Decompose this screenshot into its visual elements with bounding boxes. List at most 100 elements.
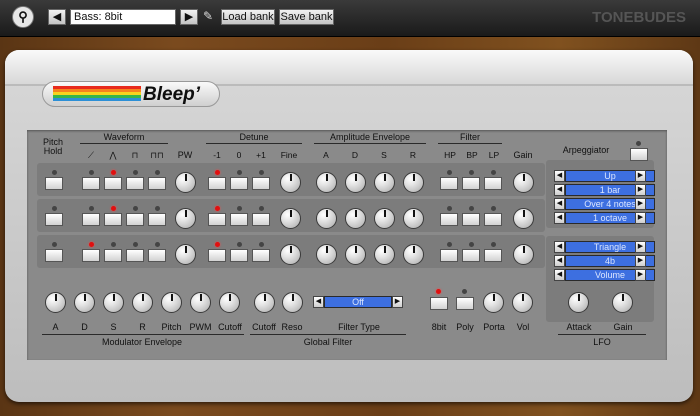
osc3-wave-switch[interactable]: [82, 249, 100, 262]
filter-type-prev[interactable]: ◀: [313, 296, 324, 308]
osc1-amp-decay-knob[interactable]: [345, 172, 366, 193]
mod-envelope-title: Modulator Envelope: [101, 337, 183, 347]
osc2-gain-knob[interactable]: [513, 208, 534, 229]
lfo-shape-prev[interactable]: ◀: [554, 241, 565, 253]
osc2-detune-switch[interactable]: [208, 213, 226, 226]
pencil-icon[interactable]: ✎: [203, 9, 217, 25]
osc2-wave-switch[interactable]: [82, 213, 100, 226]
global-cutoff-knob[interactable]: [254, 292, 275, 313]
mod-release-knob[interactable]: [132, 292, 153, 313]
osc2-detune-switch[interactable]: [230, 213, 248, 226]
osc2-pitch-hold-switch[interactable]: [45, 213, 63, 226]
osc2-amp-release-knob[interactable]: [403, 208, 424, 229]
poly-switch[interactable]: [456, 297, 474, 310]
osc1-wave-switch[interactable]: [82, 177, 100, 190]
osc3-wave-switch[interactable]: [148, 249, 166, 262]
osc3-detune-switch[interactable]: [252, 249, 270, 262]
arp-mode-prev[interactable]: ◀: [554, 170, 565, 182]
osc1-filter-bp-switch[interactable]: [462, 177, 480, 190]
lfo-target-prev[interactable]: ◀: [554, 269, 565, 281]
arp-length-next[interactable]: ▶: [635, 184, 646, 196]
arp-length-prev[interactable]: ◀: [554, 184, 565, 196]
porta-knob[interactable]: [483, 292, 504, 313]
mod-pitch-knob[interactable]: [161, 292, 182, 313]
arp-range-next[interactable]: ▶: [635, 212, 646, 224]
arp-range-prev[interactable]: ◀: [554, 212, 565, 224]
osc1-detune-switch[interactable]: [252, 177, 270, 190]
osc3-detune-switch[interactable]: [208, 249, 226, 262]
osc2-wave-switch[interactable]: [126, 213, 144, 226]
osc2-filter-bp-switch[interactable]: [462, 213, 480, 226]
lfo-attack-knob[interactable]: [568, 292, 589, 313]
osc3-wave-switch[interactable]: [126, 249, 144, 262]
mod-pwm-knob[interactable]: [190, 292, 211, 313]
mod-decay-knob[interactable]: [74, 292, 95, 313]
osc2-fine-knob[interactable]: [280, 208, 301, 229]
mod-cutoff-knob[interactable]: [219, 292, 240, 313]
osc1-detune-switch[interactable]: [208, 177, 226, 190]
filter-type-next[interactable]: ▶: [392, 296, 403, 308]
mod-sustain-knob[interactable]: [103, 292, 124, 313]
osc1-filter-hp-switch[interactable]: [440, 177, 458, 190]
poly-led: [462, 289, 467, 294]
osc2-amp-attack-knob[interactable]: [316, 208, 337, 229]
prev-preset-button[interactable]: ◀: [48, 9, 66, 25]
osc3-filter-bp-switch[interactable]: [462, 249, 480, 262]
porta-label: Porta: [483, 322, 505, 332]
osc2-amp-sustain-knob[interactable]: [374, 208, 395, 229]
osc1-amp-sustain-knob[interactable]: [374, 172, 395, 193]
osc2-amp-decay-knob[interactable]: [345, 208, 366, 229]
osc3-gain-knob[interactable]: [513, 244, 534, 265]
osc1-filter-lp-switch[interactable]: [484, 177, 502, 190]
osc2-pw-knob[interactable]: [175, 208, 196, 229]
osc2-filter-lp-switch[interactable]: [484, 213, 502, 226]
mod-attack-knob[interactable]: [45, 292, 66, 313]
save-bank-button[interactable]: Save bank: [279, 9, 334, 25]
osc1-wave-switch[interactable]: [104, 177, 122, 190]
lfo-gain-knob[interactable]: [612, 292, 633, 313]
load-bank-button[interactable]: Load bank: [221, 9, 275, 25]
osc1-wave-switch[interactable]: [126, 177, 144, 190]
osc1-detune-switch[interactable]: [230, 177, 248, 190]
lfo-rate-next[interactable]: ▶: [635, 255, 646, 267]
osc3-amp-release-knob[interactable]: [403, 244, 424, 265]
osc2-detune-switch[interactable]: [252, 213, 270, 226]
arp-steps-prev[interactable]: ◀: [554, 198, 565, 210]
osc3-pw-knob[interactable]: [175, 244, 196, 265]
knob-indicator: [185, 246, 187, 253]
osc3-amp-attack-knob[interactable]: [316, 244, 337, 265]
osc1-gain-knob[interactable]: [513, 172, 534, 193]
osc2-filter-hp-switch[interactable]: [440, 213, 458, 226]
osc3-pitch-hold-switch[interactable]: [45, 249, 63, 262]
filter-type-display[interactable]: Off: [324, 296, 392, 308]
osc1-wave-switch[interactable]: [148, 177, 166, 190]
osc1-fine-knob[interactable]: [280, 172, 301, 193]
arp-led: [636, 141, 641, 146]
global-reso-knob[interactable]: [282, 292, 303, 313]
osc3-amp-sustain-knob[interactable]: [374, 244, 395, 265]
osc2-wave-switch[interactable]: [104, 213, 122, 226]
osc3-detune-switch[interactable]: [230, 249, 248, 262]
osc1-wave-led: [155, 170, 160, 175]
osc1-amp-release-knob[interactable]: [403, 172, 424, 193]
arp-steps-next[interactable]: ▶: [635, 198, 646, 210]
lfo-target-next[interactable]: ▶: [635, 269, 646, 281]
bank-menu-icon[interactable]: ⚲: [12, 6, 34, 28]
osc1-pw-knob[interactable]: [175, 172, 196, 193]
osc3-filter-lp-switch[interactable]: [484, 249, 502, 262]
lfo-shape-next[interactable]: ▶: [635, 241, 646, 253]
osc1-pitch-hold-switch[interactable]: [45, 177, 63, 190]
arp-enable-switch[interactable]: [630, 148, 648, 161]
osc3-amp-decay-knob[interactable]: [345, 244, 366, 265]
lfo-rate-prev[interactable]: ◀: [554, 255, 565, 267]
osc3-fine-knob[interactable]: [280, 244, 301, 265]
arp-mode-next[interactable]: ▶: [635, 170, 646, 182]
osc3-wave-switch[interactable]: [104, 249, 122, 262]
next-preset-button[interactable]: ▶: [180, 9, 198, 25]
osc3-filter-hp-switch[interactable]: [440, 249, 458, 262]
osc1-amp-attack-knob[interactable]: [316, 172, 337, 193]
preset-name-field[interactable]: Bass: 8bit: [70, 9, 176, 25]
osc2-wave-switch[interactable]: [148, 213, 166, 226]
8bit-switch[interactable]: [430, 297, 448, 310]
volume-knob[interactable]: [512, 292, 533, 313]
